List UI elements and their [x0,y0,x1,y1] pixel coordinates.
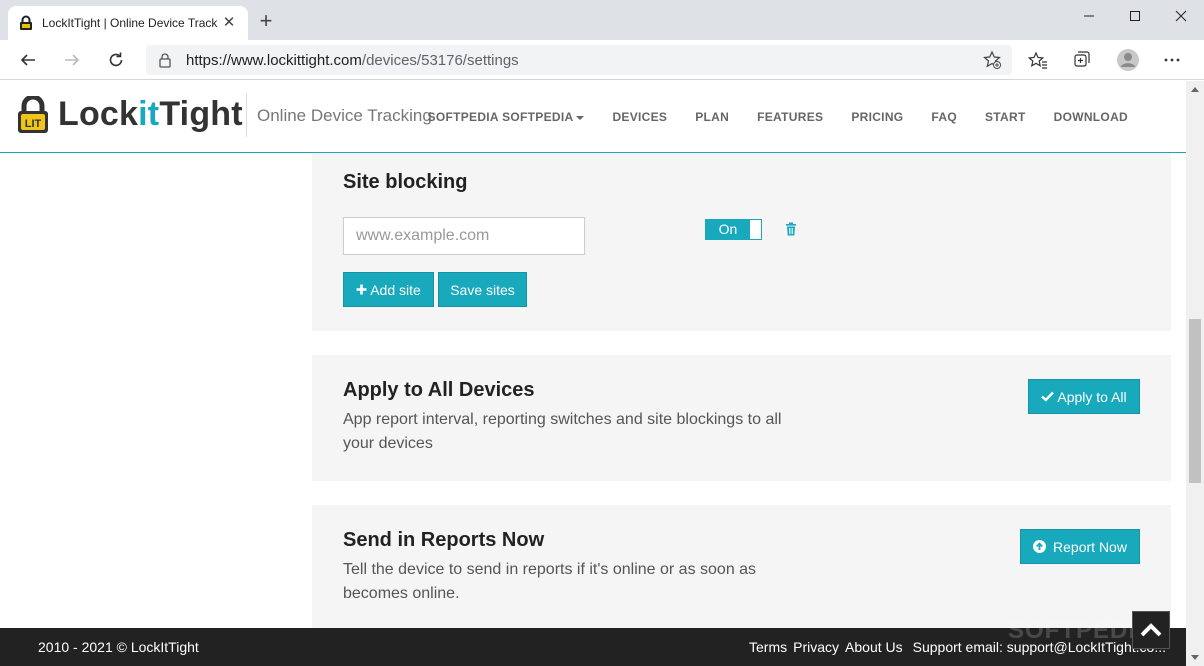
site-block-toggle[interactable]: On [705,219,762,240]
refresh-icon[interactable] [104,48,128,72]
favorite-add-icon[interactable] [982,50,1002,70]
save-sites-button[interactable]: Save sites [438,272,527,307]
report-now-title: Send in Reports Now [343,529,545,551]
back-arrow-icon[interactable] [16,48,40,72]
tab-close-icon[interactable]: ✕ [220,14,238,32]
check-icon [1041,391,1055,402]
add-site-label: Add site [370,281,421,298]
apply-all-panel: Apply to All Devices App report interval… [312,355,1171,481]
footer-privacy-link[interactable]: Privacy [793,639,839,655]
nav-features[interactable]: FEATURES [757,110,823,124]
logo-badge-text: LIT [25,118,42,130]
report-now-description: Tell the device to send in reports if it… [343,561,757,602]
scroll-up-arrow-icon[interactable] [1186,81,1204,98]
site-header: LIT LockitTight Online Device Tracking S… [0,81,1186,153]
logo-wordmark: LockitTight [58,95,243,134]
browser-titlebar: LockItTight | Online Device Track ✕ + [0,0,1204,40]
favorites-icon[interactable] [1026,48,1050,72]
lock-logo-icon: LIT [18,95,48,133]
logo-word-it: it [138,95,160,133]
apply-to-all-label: Apply to All [1057,388,1127,405]
profile-avatar-icon[interactable] [1116,48,1140,72]
chevron-down-icon [576,115,585,120]
trash-icon[interactable] [785,222,797,236]
scrollbar-thumb[interactable] [1189,319,1201,483]
logo-word-tight: Tight [159,95,243,133]
back-to-top-button[interactable] [1132,611,1170,649]
url-host: https://www.lockittight.com [186,51,362,69]
nav-faq[interactable]: FAQ [931,110,957,124]
site-blocking-panel: Site blocking On Add site Save sites [312,153,1171,331]
save-sites-label: Save sites [450,281,515,298]
report-now-button[interactable]: Report Now [1020,529,1140,564]
maximize-icon[interactable] [1112,0,1158,32]
site-url-input[interactable] [343,217,585,255]
new-tab-icon[interactable]: + [256,10,276,32]
tab-title: LockItTight | Online Device Track [42,16,218,30]
nav-plan[interactable]: PLAN [695,110,729,124]
settings-content: Site blocking On Add site Save sites App… [0,153,1186,628]
nav-download[interactable]: DOWNLOAD [1054,110,1128,124]
scroll-down-arrow-icon[interactable] [1186,649,1204,666]
report-now-label: Report Now [1053,538,1127,555]
page-scrollbar[interactable] [1186,81,1204,666]
arrow-circle-up-icon [1033,540,1047,553]
logo-word-lock: Lock [58,95,139,133]
plus-icon [356,284,367,295]
forward-arrow-icon[interactable] [60,48,84,72]
padlock-icon[interactable] [158,52,172,68]
footer-copyright: 2010 - 2021 © LockItTight [38,639,199,655]
nav-pricing[interactable]: PRICING [851,110,903,124]
logo-divider [246,93,247,137]
lock-favicon-icon [20,15,32,30]
nav-devices[interactable]: DEVICES [612,110,667,124]
footer-about-link[interactable]: About Us [845,639,903,655]
add-site-button[interactable]: Add site [343,272,434,307]
nav-start[interactable]: START [985,110,1026,124]
apply-all-title: Apply to All Devices [343,379,535,401]
nav-account-dropdown[interactable]: SOFTPEDIA SOFTPEDIA [400,110,585,124]
site-blocking-title: Site blocking [343,171,468,193]
main-nav: SOFTPEDIA SOFTPEDIA DEVICES PLAN FEATURE… [372,110,1128,124]
apply-to-all-button[interactable]: Apply to All [1028,379,1140,414]
chevron-up-icon [1140,623,1162,637]
browser-toolbar: https://www.lockittight.com/devices/5317… [0,40,1204,80]
more-menu-icon[interactable] [1160,48,1184,72]
report-now-panel: Send in Reports Now Tell the device to s… [312,505,1171,628]
collections-icon[interactable] [1070,48,1094,72]
site-logo[interactable]: LIT LockitTight [16,95,243,134]
apply-all-description: App report interval, reporting switches … [343,411,782,452]
browser-tab[interactable]: LockItTight | Online Device Track ✕ [8,6,248,40]
minimize-icon[interactable] [1066,0,1112,32]
url-path: /devices/53176/settings [361,51,519,69]
address-bar[interactable]: https://www.lockittight.com/devices/5317… [146,45,1012,75]
toggle-on-label: On [718,221,738,237]
close-window-icon[interactable] [1158,0,1204,32]
footer-terms-link[interactable]: Terms [749,639,787,655]
toggle-knob [750,220,761,239]
